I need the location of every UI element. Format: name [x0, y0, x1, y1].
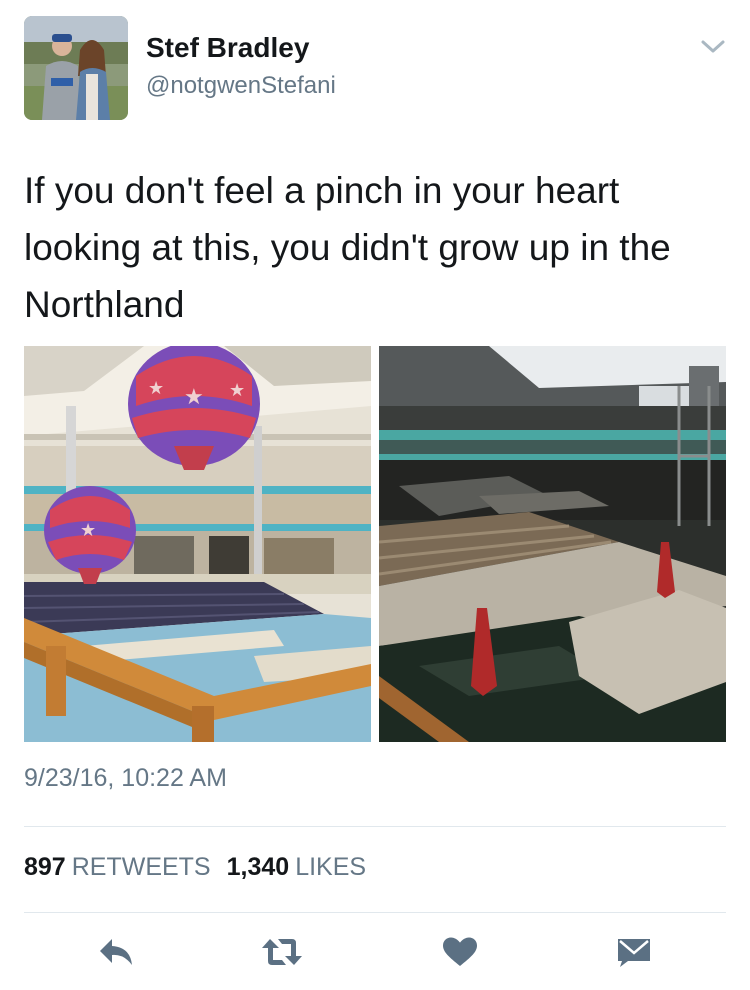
media-gallery: ★ ★ ★ ★	[24, 346, 726, 742]
chevron-down-icon[interactable]	[700, 38, 726, 56]
like-button[interactable]	[436, 930, 484, 978]
retweet-button[interactable]	[258, 930, 306, 978]
reply-button[interactable]	[92, 930, 140, 978]
svg-text:★: ★	[80, 520, 96, 541]
divider	[24, 826, 726, 827]
divider	[24, 912, 726, 913]
likes-label[interactable]: LIKES	[295, 853, 366, 881]
mall-photo-after[interactable]	[379, 346, 726, 742]
like-heart-icon	[443, 937, 477, 972]
display-name[interactable]: Stef Bradley	[146, 32, 309, 64]
tweet-timestamp[interactable]: 9/23/16, 10:22 AM	[24, 764, 227, 793]
retweets-label[interactable]: RETWEETS	[72, 853, 211, 881]
user-handle[interactable]: @notgwenStefani	[146, 72, 336, 100]
retweet-icon	[262, 937, 302, 972]
direct-message-icon	[616, 937, 652, 972]
retweets-count[interactable]: 897	[24, 853, 66, 881]
mall-photo-before[interactable]: ★ ★ ★ ★	[24, 346, 371, 742]
tweet-text: If you don't feel a pinch in your heart …	[24, 170, 671, 325]
engagement-stats: 897 RETWEETS 1,340 LIKES	[24, 853, 366, 882]
direct-message-button[interactable]	[610, 930, 658, 978]
svg-text:★: ★	[148, 378, 164, 399]
tweet-header: Stef Bradley @notgwenStefani	[24, 16, 726, 120]
svg-text:★: ★	[229, 380, 245, 401]
svg-text:★: ★	[184, 385, 204, 410]
avatar[interactable]	[24, 16, 128, 120]
tweet-actions	[0, 930, 750, 978]
likes-count[interactable]: 1,340	[227, 853, 290, 881]
reply-icon	[98, 937, 134, 972]
